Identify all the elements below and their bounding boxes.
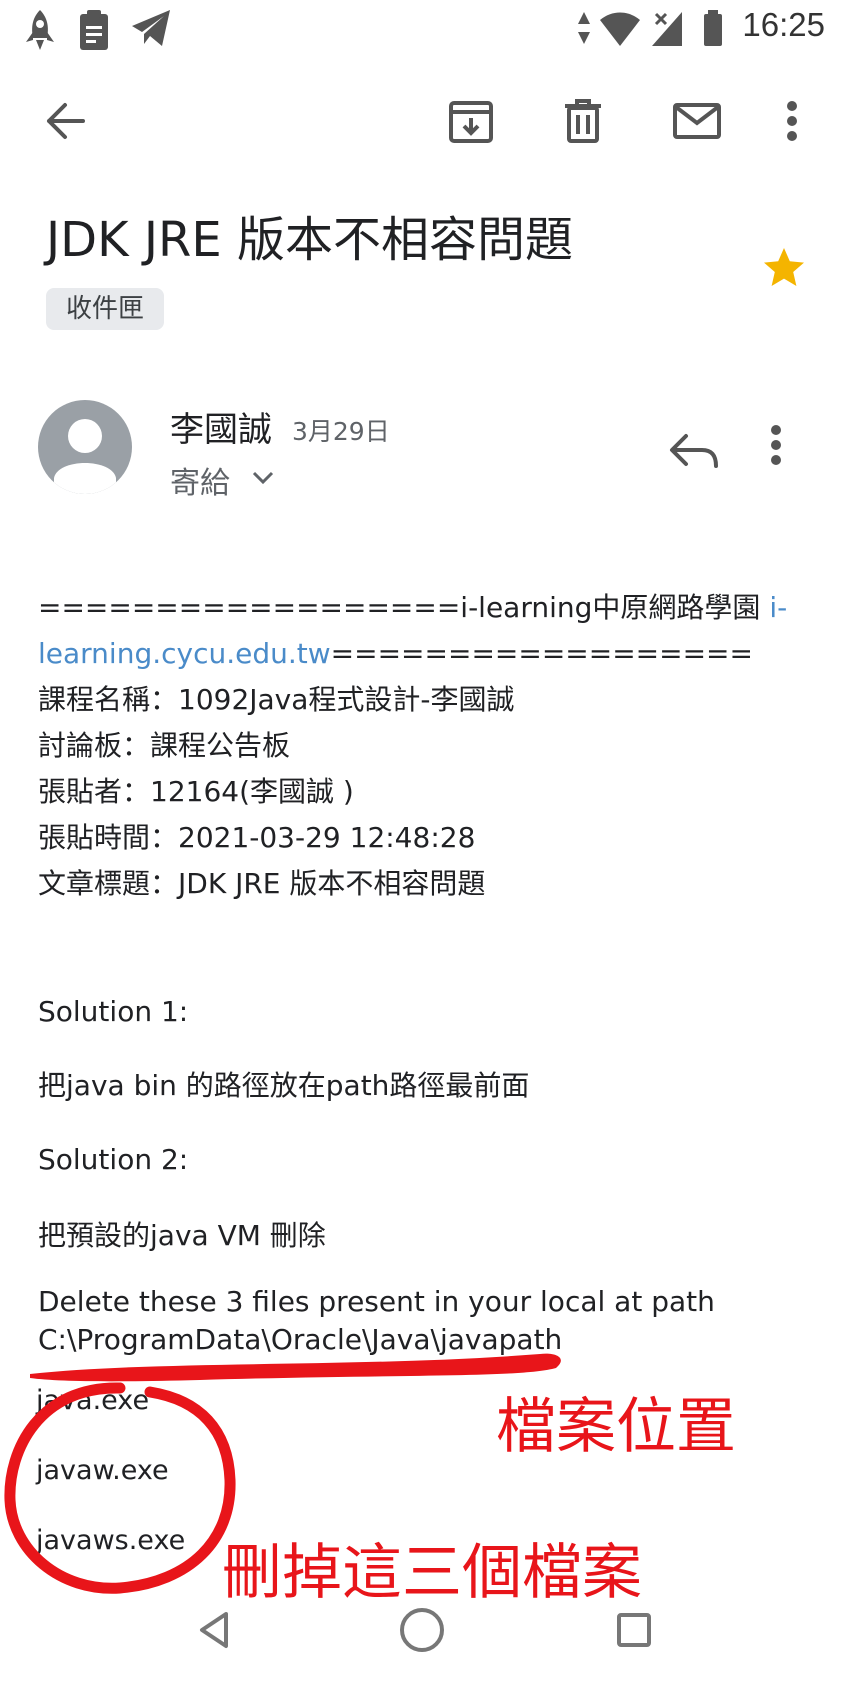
back-button[interactable] xyxy=(30,88,100,158)
nav-recents-button[interactable] xyxy=(604,1600,664,1660)
email-subject: JDK JRE 版本不相容問題 xyxy=(46,212,573,268)
chevron-down-icon[interactable] xyxy=(252,470,274,489)
status-time: 16:25 xyxy=(742,6,825,43)
poster: 張貼者：12164(李國誠 ) xyxy=(38,775,354,808)
post-title: 文章標題：JDK JRE 版本不相容問題 xyxy=(38,867,486,900)
solution1-text: 把java bin 的路徑放在path路徑最前面 xyxy=(38,1069,530,1102)
sender-name[interactable]: 李國誠 xyxy=(170,402,272,451)
mail-icon xyxy=(672,102,722,144)
wifi-icon xyxy=(598,8,642,52)
body-header-line: ==================i-learning中原網路學園 i- xyxy=(38,591,788,624)
solution1-heading: Solution 1: xyxy=(38,995,189,1028)
ilearning-link[interactable]: i- xyxy=(769,591,787,624)
battery-icon xyxy=(702,8,724,52)
annotation-file-location: 檔案位置 xyxy=(496,1392,736,1462)
back-arrow-icon xyxy=(43,101,87,145)
home-circle-icon xyxy=(400,1608,444,1652)
underline-stroke xyxy=(30,1353,561,1382)
archive-button[interactable] xyxy=(436,88,506,158)
circle-stroke xyxy=(4,1382,236,1594)
star-button[interactable] xyxy=(760,244,808,292)
trash-icon xyxy=(563,98,603,148)
email-body: ==================i-learning中原網路學園 i- le… xyxy=(38,585,818,1359)
more-vert-icon xyxy=(786,100,798,146)
course-name: 課程名稱：1092Java程式設計-李國誠 xyxy=(38,683,515,716)
reply-icon xyxy=(664,434,726,486)
person-icon xyxy=(54,419,116,494)
message-more-button[interactable] xyxy=(770,424,820,484)
avatar[interactable] xyxy=(38,400,132,494)
inbox-label-chip[interactable]: 收件匣 xyxy=(46,288,165,330)
more-vert-icon xyxy=(770,425,782,470)
nav-back-button[interactable] xyxy=(186,1600,246,1660)
back-triangle-icon xyxy=(200,1612,228,1648)
discussion-board: 討論板：課程公告板 xyxy=(38,729,291,762)
solution2-heading: Solution 2: xyxy=(38,1143,189,1176)
body-header-line-2: learning.cycu.edu.tw================== xyxy=(38,637,753,670)
recipient-toggle[interactable]: 寄給 xyxy=(170,458,230,502)
delete-instruction: Delete these 3 files present in your loc… xyxy=(38,1285,715,1318)
ilearning-link-cont[interactable]: learning.cycu.edu.tw xyxy=(38,637,331,670)
archive-icon xyxy=(448,98,494,148)
clipboard-icon xyxy=(78,8,110,56)
delete-button[interactable] xyxy=(548,88,618,158)
telegram-icon xyxy=(130,8,172,52)
email-date: 3月29日 xyxy=(292,417,390,446)
reply-button[interactable] xyxy=(664,420,726,482)
more-options-button[interactable] xyxy=(760,88,824,158)
star-icon xyxy=(760,248,808,296)
data-arrows-icon xyxy=(576,8,592,52)
mark-unread-button[interactable] xyxy=(662,88,732,158)
rocket-icon xyxy=(22,8,58,56)
signal-icon xyxy=(650,8,684,52)
post-time: 張貼時間：2021-03-29 12:48:28 xyxy=(38,821,476,854)
recents-square-icon xyxy=(617,1613,651,1647)
navigation-bar xyxy=(0,1580,843,1686)
solution2-text: 把預設的java VM 刪除 xyxy=(38,1219,326,1252)
status-bar: 16:25 xyxy=(0,0,843,60)
nav-home-button[interactable] xyxy=(392,1600,452,1660)
